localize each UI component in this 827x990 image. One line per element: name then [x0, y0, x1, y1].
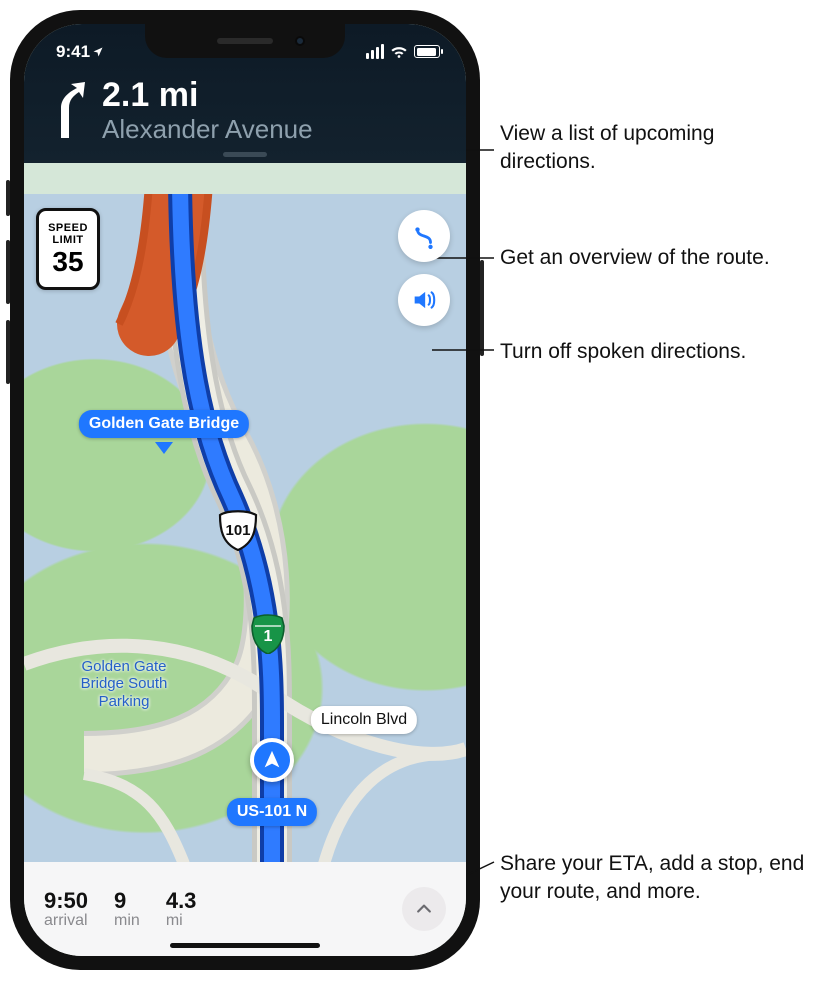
callout-audio-toggle: Turn off spoken directions. [500, 338, 800, 366]
expand-route-options-button[interactable] [402, 887, 446, 931]
cellular-icon [366, 44, 384, 59]
map-label-lincoln-blvd[interactable]: Lincoln Blvd [311, 706, 417, 734]
annotation-callouts: View a list of upcoming directions. Get … [500, 0, 827, 990]
arrival-time: 9:50 [44, 888, 88, 914]
notch [145, 24, 345, 58]
stat-minutes: 9 min [114, 888, 140, 930]
distance-label: mi [166, 912, 197, 930]
turn-right-arrow-icon [46, 82, 88, 138]
speaker-icon [410, 286, 438, 314]
route-overview-button[interactable] [398, 210, 450, 262]
arrival-label: arrival [44, 912, 88, 930]
audio-toggle-button[interactable] [398, 274, 450, 326]
battery-icon [414, 45, 440, 58]
route-icon [411, 223, 437, 249]
chevron-up-icon [414, 899, 434, 919]
volume-up-button [6, 240, 10, 304]
screen: 9:41 2.1 mi Alexander Ave [24, 24, 466, 956]
next-turn-distance: 2.1 mi [102, 78, 313, 114]
status-time: 9:41 [56, 42, 90, 62]
volume-down-button [6, 320, 10, 384]
banner-grabber[interactable] [223, 152, 267, 157]
map-label-us101n[interactable]: US-101 N [227, 798, 317, 826]
location-services-icon [92, 46, 104, 58]
poi-gg-parking[interactable]: Golden Gate Bridge South Parking [81, 658, 168, 710]
speed-limit-label-bottom: LIMIT [52, 234, 83, 246]
minutes-label: min [114, 912, 140, 930]
map-label-golden-gate-bridge[interactable]: Golden Gate Bridge [79, 410, 249, 438]
callout-directions-list: View a list of upcoming directions. [500, 120, 800, 177]
current-location-puck [250, 738, 294, 782]
label-pointer-icon [155, 442, 173, 454]
home-indicator[interactable] [170, 943, 320, 948]
speed-limit-sign: SPEEDLIMIT 35 [36, 208, 100, 290]
distance-value: 4.3 [166, 888, 197, 914]
shield-1-text: 1 [264, 628, 273, 646]
callout-expand-options: Share your ETA, add a stop, end your rou… [500, 850, 810, 907]
next-turn-street: Alexander Avenue [102, 114, 313, 145]
shield-101-text: 101 [225, 522, 250, 539]
phone-frame: 9:41 2.1 mi Alexander Ave [10, 10, 480, 970]
route-summary-bar[interactable]: 9:50 arrival 9 min 4.3 mi [24, 862, 466, 956]
stat-arrival: 9:50 arrival [44, 888, 88, 930]
stat-distance: 4.3 mi [166, 888, 197, 930]
speed-limit-label-top: SPEED [48, 222, 88, 234]
heading-indicator-icon [261, 749, 283, 771]
speed-limit-value: 35 [52, 248, 83, 276]
map-view[interactable]: SPEEDLIMIT 35 Golden [24, 194, 466, 862]
mute-switch [6, 180, 10, 216]
callout-route-overview: Get an overview of the route. [500, 244, 800, 272]
minutes-value: 9 [114, 888, 140, 914]
power-button [480, 260, 484, 356]
wifi-icon [390, 45, 408, 59]
